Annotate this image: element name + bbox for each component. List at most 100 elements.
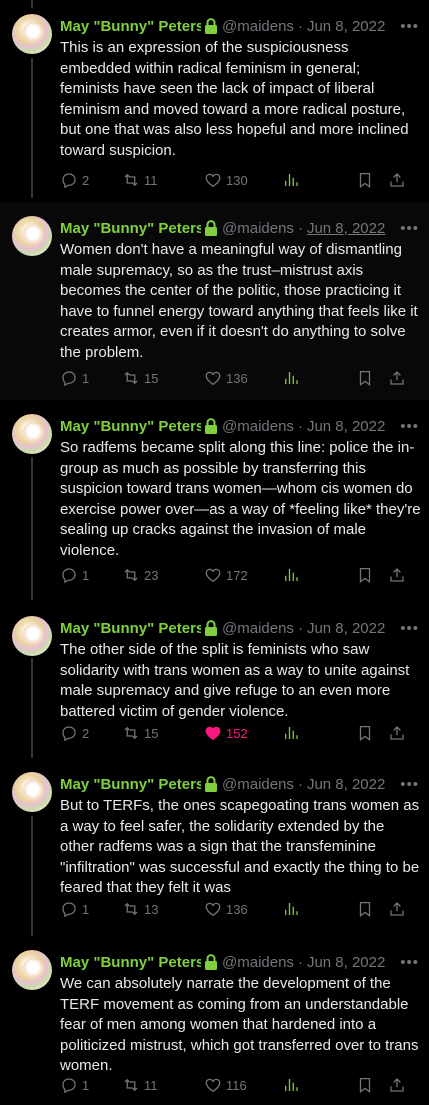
tweet[interactable]: May "Bunny" Peters @maidens · Jun 8, 202… [0, 202, 429, 400]
reply-button[interactable]: 2 [60, 171, 122, 189]
repost-count: 15 [144, 370, 159, 386]
bookmark-button[interactable] [356, 1076, 374, 1094]
repost-button[interactable]: 15 [122, 724, 204, 742]
display-name[interactable]: May "Bunny" Peters [60, 620, 201, 637]
repost-icon [124, 371, 138, 385]
views-button[interactable] [282, 900, 354, 918]
handle[interactable]: @maidens [222, 418, 294, 435]
handle[interactable]: @maidens [222, 776, 294, 793]
avatar[interactable] [12, 414, 52, 454]
display-name[interactable]: May "Bunny" Peters [60, 18, 201, 35]
timestamp[interactable]: Jun 8, 2022 [307, 18, 385, 35]
avatar[interactable] [12, 950, 52, 990]
reply-icon [62, 1078, 76, 1094]
bookmark-icon [359, 172, 371, 189]
views-button[interactable] [282, 1076, 354, 1094]
bookmark-button[interactable] [356, 566, 374, 584]
handle[interactable]: @maidens [222, 18, 294, 35]
reply-button[interactable]: 1 [60, 369, 122, 387]
share-icon [390, 568, 404, 582]
tweet[interactable]: May "Bunny" Peters @maidens · Jun 8, 202… [0, 758, 429, 936]
bookmark-button[interactable] [356, 900, 374, 918]
more-icon[interactable]: ••• [400, 220, 419, 237]
share-button[interactable] [388, 900, 406, 918]
bookmark-button[interactable] [356, 369, 374, 387]
handle[interactable]: @maidens [222, 954, 294, 971]
share-button[interactable] [388, 1076, 406, 1094]
reply-button[interactable]: 2 [60, 724, 122, 742]
like-button[interactable]: 136 [204, 900, 282, 918]
handle[interactable]: @maidens [222, 220, 294, 237]
more-icon[interactable]: ••• [400, 776, 419, 793]
lock-icon [205, 418, 217, 434]
like-button[interactable]: 130 [204, 171, 282, 189]
bookmark-icon [359, 901, 371, 918]
reply-button[interactable]: 1 [60, 566, 122, 584]
more-icon[interactable]: ••• [400, 418, 419, 435]
repost-button[interactable]: 11 [122, 171, 204, 189]
like-button[interactable]: 172 [204, 566, 282, 584]
repost-button[interactable]: 15 [122, 369, 204, 387]
more-icon[interactable]: ••• [400, 620, 419, 637]
timestamp[interactable]: Jun 8, 2022 [307, 220, 385, 237]
reply-button[interactable]: 1 [60, 900, 122, 918]
display-name[interactable]: May "Bunny" Peters [60, 220, 201, 237]
avatar[interactable] [12, 616, 52, 656]
tweet[interactable]: May "Bunny" Peters @maidens · Jun 8, 202… [0, 602, 429, 758]
views-button[interactable] [282, 171, 354, 189]
tweet[interactable]: May "Bunny" Peters @maidens · Jun 8, 202… [0, 936, 429, 1105]
timestamp[interactable]: Jun 8, 2022 [307, 954, 385, 971]
tweet-text: So radfems became split along this line:… [60, 439, 421, 559]
like-button[interactable]: 116 [204, 1076, 282, 1094]
repost-button[interactable]: 11 [122, 1076, 204, 1094]
like-button[interactable]: 136 [204, 369, 282, 387]
repost-button[interactable]: 13 [122, 900, 204, 918]
share-button[interactable] [388, 171, 406, 189]
views-icon [285, 174, 298, 186]
tweet[interactable]: May "Bunny" Peters @maidens · Jun 8, 202… [0, 400, 429, 602]
like-count: 136 [226, 901, 248, 917]
reply-icon [62, 726, 76, 742]
share-icon [390, 1078, 404, 1092]
more-icon[interactable]: ••• [400, 954, 419, 971]
bookmark-button[interactable] [356, 171, 374, 189]
avatar[interactable] [12, 772, 52, 812]
views-icon [285, 569, 298, 581]
avatar[interactable] [12, 14, 52, 54]
repost-button[interactable]: 23 [122, 566, 204, 584]
repost-icon [124, 1078, 138, 1092]
timestamp[interactable]: Jun 8, 2022 [307, 418, 385, 435]
bookmark-icon [359, 725, 371, 742]
bookmark-icon [359, 370, 371, 387]
reply-icon [62, 568, 76, 584]
display-name[interactable]: May "Bunny" Peters [60, 418, 201, 435]
share-icon [390, 173, 404, 187]
like-button[interactable]: 152 [204, 724, 282, 742]
views-icon [285, 372, 298, 384]
share-button[interactable] [388, 724, 406, 742]
display-name[interactable]: May "Bunny" Peters [60, 954, 201, 971]
like-count: 116 [226, 1077, 247, 1093]
repost-icon [124, 568, 138, 582]
reply-count: 1 [82, 567, 90, 583]
share-button[interactable] [388, 369, 406, 387]
timestamp[interactable]: Jun 8, 2022 [307, 620, 385, 637]
handle[interactable]: @maidens [222, 620, 294, 637]
reply-button[interactable]: 1 [60, 1076, 122, 1094]
tweet[interactable]: May "Bunny" Peters @maidens · Jun 8, 202… [0, 0, 429, 202]
like-icon [205, 726, 221, 741]
views-icon [285, 1079, 298, 1091]
views-button[interactable] [282, 369, 354, 387]
bookmark-icon [359, 567, 371, 584]
tweet-text: Women don't have a meaningful way of dis… [60, 241, 418, 361]
bookmark-button[interactable] [356, 724, 374, 742]
like-icon [205, 902, 221, 917]
like-count: 130 [226, 172, 248, 188]
timestamp[interactable]: Jun 8, 2022 [307, 776, 385, 793]
avatar[interactable] [12, 216, 52, 256]
more-icon[interactable]: ••• [400, 18, 419, 35]
views-button[interactable] [282, 724, 354, 742]
share-button[interactable] [388, 566, 406, 584]
views-button[interactable] [282, 566, 354, 584]
display-name[interactable]: May "Bunny" Peters [60, 776, 201, 793]
